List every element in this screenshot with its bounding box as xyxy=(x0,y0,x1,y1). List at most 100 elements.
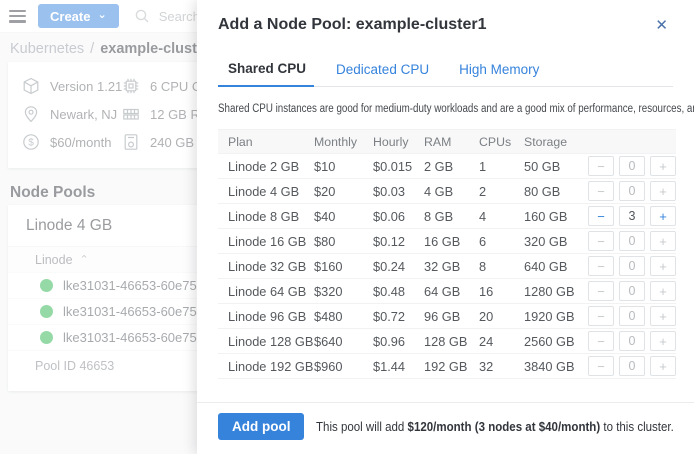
plan-ram: 8 GB xyxy=(424,209,479,224)
linode-cloud-manager: Create ⌄ Search for Linodes... Kubernete… xyxy=(0,0,694,454)
minus-icon[interactable]: − xyxy=(588,206,614,226)
plan-name: Linode 16 GB xyxy=(218,234,314,249)
add-pool-button[interactable]: Add pool xyxy=(218,413,304,440)
plan-name: Linode 32 GB xyxy=(218,259,314,274)
node-count-input[interactable]: 0 xyxy=(619,306,645,326)
column-ram: RAM xyxy=(424,135,479,149)
node-count-stepper: − 3 + xyxy=(588,206,676,226)
plan-storage: 1280 GB xyxy=(524,284,586,299)
plan-monthly: $640 xyxy=(314,334,373,349)
plan-cpus: 20 xyxy=(479,309,524,324)
tab-shared-cpu[interactable]: Shared CPU xyxy=(218,61,314,87)
plan-monthly: $40 xyxy=(314,209,373,224)
plan-hourly: $0.72 xyxy=(373,309,424,324)
plan-table-header-row: Plan Monthly Hourly RAM CPUs Storage xyxy=(218,129,676,154)
add-node-pool-drawer: Add a Node Pool: example-cluster1 ✕ Shar… xyxy=(197,0,694,454)
node-count-stepper: − 0 + xyxy=(588,281,676,301)
plan-name: Linode 128 GB xyxy=(218,334,314,349)
plan-hourly: $0.96 xyxy=(373,334,424,349)
minus-icon[interactable]: − xyxy=(588,181,614,201)
close-icon[interactable]: ✕ xyxy=(653,16,670,35)
plan-monthly: $80 xyxy=(314,234,373,249)
plan-storage: 50 GB xyxy=(524,159,586,174)
plan-ram: 32 GB xyxy=(424,259,479,274)
minus-icon[interactable]: − xyxy=(588,306,614,326)
column-monthly: Monthly xyxy=(314,135,373,149)
plan-storage: 80 GB xyxy=(524,184,586,199)
node-count-stepper: − 0 + xyxy=(588,181,676,201)
plus-icon[interactable]: + xyxy=(650,256,676,276)
plan-ram: 16 GB xyxy=(424,234,479,249)
plan-storage: 320 GB xyxy=(524,234,586,249)
tab-dedicated-cpu[interactable]: Dedicated CPU xyxy=(328,61,437,86)
plan-row: Linode 192 GB $960 $1.44 192 GB 32 3840 … xyxy=(218,354,676,379)
node-count-input[interactable]: 3 xyxy=(619,206,645,226)
minus-icon[interactable]: − xyxy=(588,231,614,251)
pool-cost-summary-suffix: to this cluster. xyxy=(601,419,675,434)
node-count-input[interactable]: 0 xyxy=(619,281,645,301)
plan-monthly: $480 xyxy=(314,309,373,324)
node-count-input[interactable]: 0 xyxy=(619,356,645,376)
plan-hourly: $0.03 xyxy=(373,184,424,199)
node-count-input[interactable]: 0 xyxy=(619,331,645,351)
drawer-footer: Add pool This pool will add $120/month (… xyxy=(197,402,694,454)
minus-icon[interactable]: − xyxy=(588,256,614,276)
plan-hourly: $0.06 xyxy=(373,209,424,224)
plan-cpus: 2 xyxy=(479,184,524,199)
plan-monthly: $160 xyxy=(314,259,373,274)
plus-icon[interactable]: + xyxy=(650,356,676,376)
plus-icon[interactable]: + xyxy=(650,331,676,351)
plan-storage: 160 GB xyxy=(524,209,586,224)
plan-monthly: $10 xyxy=(314,159,373,174)
minus-icon[interactable]: − xyxy=(588,356,614,376)
node-count-input[interactable]: 0 xyxy=(619,256,645,276)
plan-hourly: $1.44 xyxy=(373,359,424,374)
node-count-stepper: − 0 + xyxy=(588,331,676,351)
plan-ram: 4 GB xyxy=(424,184,479,199)
node-count-input[interactable]: 0 xyxy=(619,156,645,176)
plan-ram: 2 GB xyxy=(424,159,479,174)
plan-name: Linode 8 GB xyxy=(218,209,314,224)
plan-name: Linode 96 GB xyxy=(218,309,314,324)
minus-icon[interactable]: − xyxy=(588,156,614,176)
plus-icon[interactable]: + xyxy=(650,306,676,326)
plan-storage: 640 GB xyxy=(524,259,586,274)
node-count-input[interactable]: 0 xyxy=(619,181,645,201)
plan-name: Linode 64 GB xyxy=(218,284,314,299)
plan-cpus: 16 xyxy=(479,284,524,299)
plus-icon[interactable]: + xyxy=(650,231,676,251)
plan-storage: 1920 GB xyxy=(524,309,586,324)
plan-name: Linode 4 GB xyxy=(218,184,314,199)
plan-cpus: 4 xyxy=(479,209,524,224)
plan-monthly: $20 xyxy=(314,184,373,199)
plan-monthly: $320 xyxy=(314,284,373,299)
plus-icon[interactable]: + xyxy=(650,181,676,201)
minus-icon[interactable]: − xyxy=(588,331,614,351)
column-hourly: Hourly xyxy=(373,135,424,149)
plus-icon[interactable]: + xyxy=(650,206,676,226)
tab-high-memory[interactable]: High Memory xyxy=(451,61,547,86)
plan-ram: 192 GB xyxy=(424,359,479,374)
plus-icon[interactable]: + xyxy=(650,281,676,301)
pool-cost-summary: This pool will add $120/month (3 nodes a… xyxy=(316,419,674,434)
plan-hourly: $0.015 xyxy=(373,159,424,174)
plus-icon[interactable]: + xyxy=(650,156,676,176)
column-plan: Plan xyxy=(218,135,314,149)
plan-cpus: 24 xyxy=(479,334,524,349)
plan-name: Linode 192 GB xyxy=(218,359,314,374)
node-count-input[interactable]: 0 xyxy=(619,231,645,251)
plan-cpus: 8 xyxy=(479,259,524,274)
plan-row: Linode 128 GB $640 $0.96 128 GB 24 2560 … xyxy=(218,329,676,354)
node-count-stepper: − 0 + xyxy=(588,306,676,326)
plan-row: Linode 16 GB $80 $0.12 16 GB 6 320 GB − … xyxy=(218,229,676,254)
column-cpus: CPUs xyxy=(479,135,524,149)
plan-description: Shared CPU instances are good for medium… xyxy=(218,103,607,115)
minus-icon[interactable]: − xyxy=(588,281,614,301)
plan-row: Linode 96 GB $480 $0.72 96 GB 20 1920 GB… xyxy=(218,304,676,329)
plan-hourly: $0.24 xyxy=(373,259,424,274)
plan-monthly: $960 xyxy=(314,359,373,374)
plan-ram: 64 GB xyxy=(424,284,479,299)
pool-cost-summary-bold: $120/month (3 nodes at $40/month) xyxy=(408,419,601,434)
plan-cpus: 1 xyxy=(479,159,524,174)
plan-table: Plan Monthly Hourly RAM CPUs Storage Lin… xyxy=(218,129,676,379)
